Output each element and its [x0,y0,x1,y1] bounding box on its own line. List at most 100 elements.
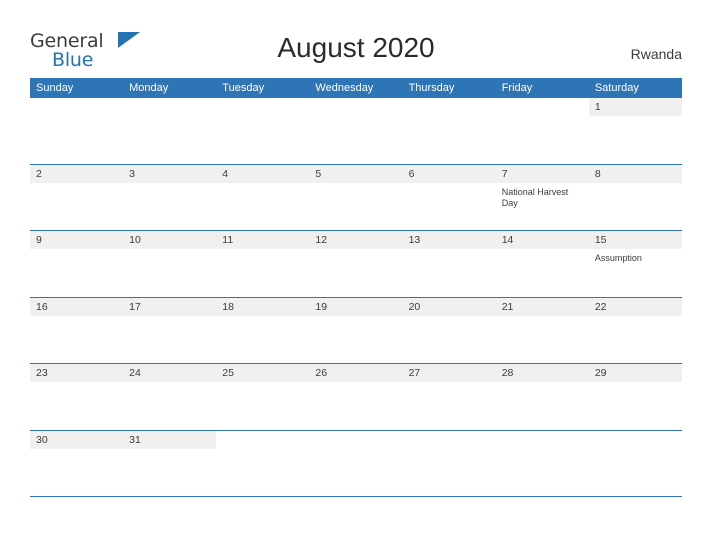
calendar-day-cell[interactable]: 17 [123,297,217,364]
day-number: 8 [594,167,601,180]
calendar-day-cell[interactable]: 18 [216,297,310,364]
weekday-header-sunday: Sunday [36,82,74,94]
day-number [496,431,589,434]
weekday-header-wednesday: Wednesday [315,82,374,94]
day-number-bar [30,98,123,116]
calendar-day-cell[interactable]: 27 [402,364,496,430]
calendar-day-cell[interactable]: 10 [123,231,217,297]
day-number: 29 [594,367,607,379]
calendar-day-cell[interactable]: 16 [30,297,124,364]
calendar-grid: Sunday Monday Tuesday Wednesday Thursday Frid… [30,78,682,497]
day-number-bar: 24 [123,364,217,382]
calendar-day-cell[interactable]: 5 [309,164,403,231]
calendar-day-cell[interactable] [496,98,589,164]
day-number: 25 [222,367,234,379]
weekday-header-thursday: Thursday [408,82,455,94]
day-number: 18 [222,300,234,313]
calendar-day-cell[interactable]: 4 [216,164,310,231]
day-number-bar: 4 [216,164,310,183]
calendar-day-cell[interactable]: 29 [588,364,682,430]
calendar-day-cell[interactable]: 8 [588,164,682,231]
calendar-day-cell[interactable]: 7 National Harvest Day [495,164,589,231]
day-number-bar: 15 [588,231,682,249]
calendar-day-cell[interactable]: 26 [309,364,403,430]
calendar-day-cell[interactable]: 13 [402,231,496,297]
day-number-bar: 2 [30,164,124,183]
day-number: 1 [594,101,601,113]
day-number: 28 [501,367,514,379]
weekday-header-friday: Friday [501,82,533,94]
calendar-day-cell[interactable]: 28 [495,364,589,430]
day-number: 20 [408,300,421,313]
day-number-bar: 26 [309,364,403,382]
day-number: 23 [36,367,48,379]
calendar-week-row: 23 24 25 26 27 28 29 [30,364,682,431]
country-label: Rwanda [630,46,682,62]
calendar-day-cell[interactable] [216,431,309,497]
calendar-day-cell[interactable]: 24 [123,364,217,430]
calendar-day-cell[interactable] [30,98,123,164]
day-number-bar [403,98,496,116]
calendar-day-cell[interactable]: 14 [495,231,589,297]
calendar-day-cell[interactable]: 2 [30,164,124,231]
day-number: 14 [501,234,514,246]
day-number-bar: 30 [30,430,124,449]
calendar-day-cell[interactable]: 21 [495,297,589,364]
day-number-bar [309,431,402,449]
day-number-bar: 18 [216,297,310,316]
calendar-day-cell[interactable] [589,431,682,497]
calendar-weeks: 1 2 3 4 5 6 7 National Harvest Day 8 9 10 11 12 13 14 1… [30,98,682,497]
calendar-day-cell[interactable]: 20 [402,297,496,364]
day-number: 6 [408,167,415,180]
day-number-bar: 3 [123,164,217,183]
calendar-day-cell[interactable] [403,98,496,164]
calendar-day-cell[interactable]: 1 [588,98,682,164]
day-number [216,98,309,101]
day-number-bar: 7 [495,164,589,183]
calendar-day-cell[interactable] [123,98,216,164]
calendar-day-cell[interactable]: 25 [216,364,310,430]
weekday-header-monday: Monday [129,82,169,94]
calendar-day-cell[interactable] [403,431,496,497]
day-number: 17 [129,300,141,313]
day-number-bar: 6 [402,164,496,183]
day-number-bar: 20 [402,297,496,316]
calendar-day-cell[interactable]: 19 [309,297,403,364]
page-header: General Blue August 2020 Rwanda [0,0,712,78]
day-number: 15 [594,234,607,246]
calendar-day-cell[interactable] [309,431,402,497]
calendar-day-cell[interactable] [496,431,589,497]
day-number-bar: 8 [588,164,682,183]
day-number: 13 [408,234,421,246]
calendar-day-cell[interactable]: 22 [588,297,682,364]
day-number: 19 [315,300,328,313]
day-number: 10 [129,234,141,246]
day-number: 30 [36,433,48,446]
day-number-bar: 16 [30,297,124,316]
day-number-bar: 23 [30,364,124,382]
day-number-bar: 25 [216,364,310,382]
day-number [30,98,123,101]
calendar-day-cell[interactable]: 12 [309,231,403,297]
calendar-week-row: 30 31 [30,430,682,497]
day-number [496,98,589,101]
day-number-bar: 5 [309,164,403,183]
calendar-day-cell[interactable]: 9 [30,231,124,297]
day-number-bar: 9 [30,231,124,249]
calendar-day-cell[interactable]: 15 Assumption [588,231,682,297]
day-number-bar: 21 [495,297,589,316]
calendar-day-cell[interactable]: 6 [402,164,496,231]
day-number-bar [403,431,496,449]
calendar-day-cell[interactable]: 11 [216,231,310,297]
calendar-week-row: 1 [30,98,682,165]
day-number-bar: 13 [402,231,496,249]
day-number-bar: 22 [588,297,682,316]
calendar-day-cell[interactable] [309,98,402,164]
calendar-day-cell[interactable]: 23 [30,364,124,430]
calendar-week-row: 2 3 4 5 6 7 National Harvest Day 8 [30,164,682,231]
calendar-day-cell[interactable]: 3 [123,164,217,231]
calendar-day-cell[interactable]: 31 [123,430,217,497]
day-number [589,431,682,434]
calendar-day-cell[interactable]: 30 [30,430,124,497]
calendar-day-cell[interactable] [216,98,309,164]
